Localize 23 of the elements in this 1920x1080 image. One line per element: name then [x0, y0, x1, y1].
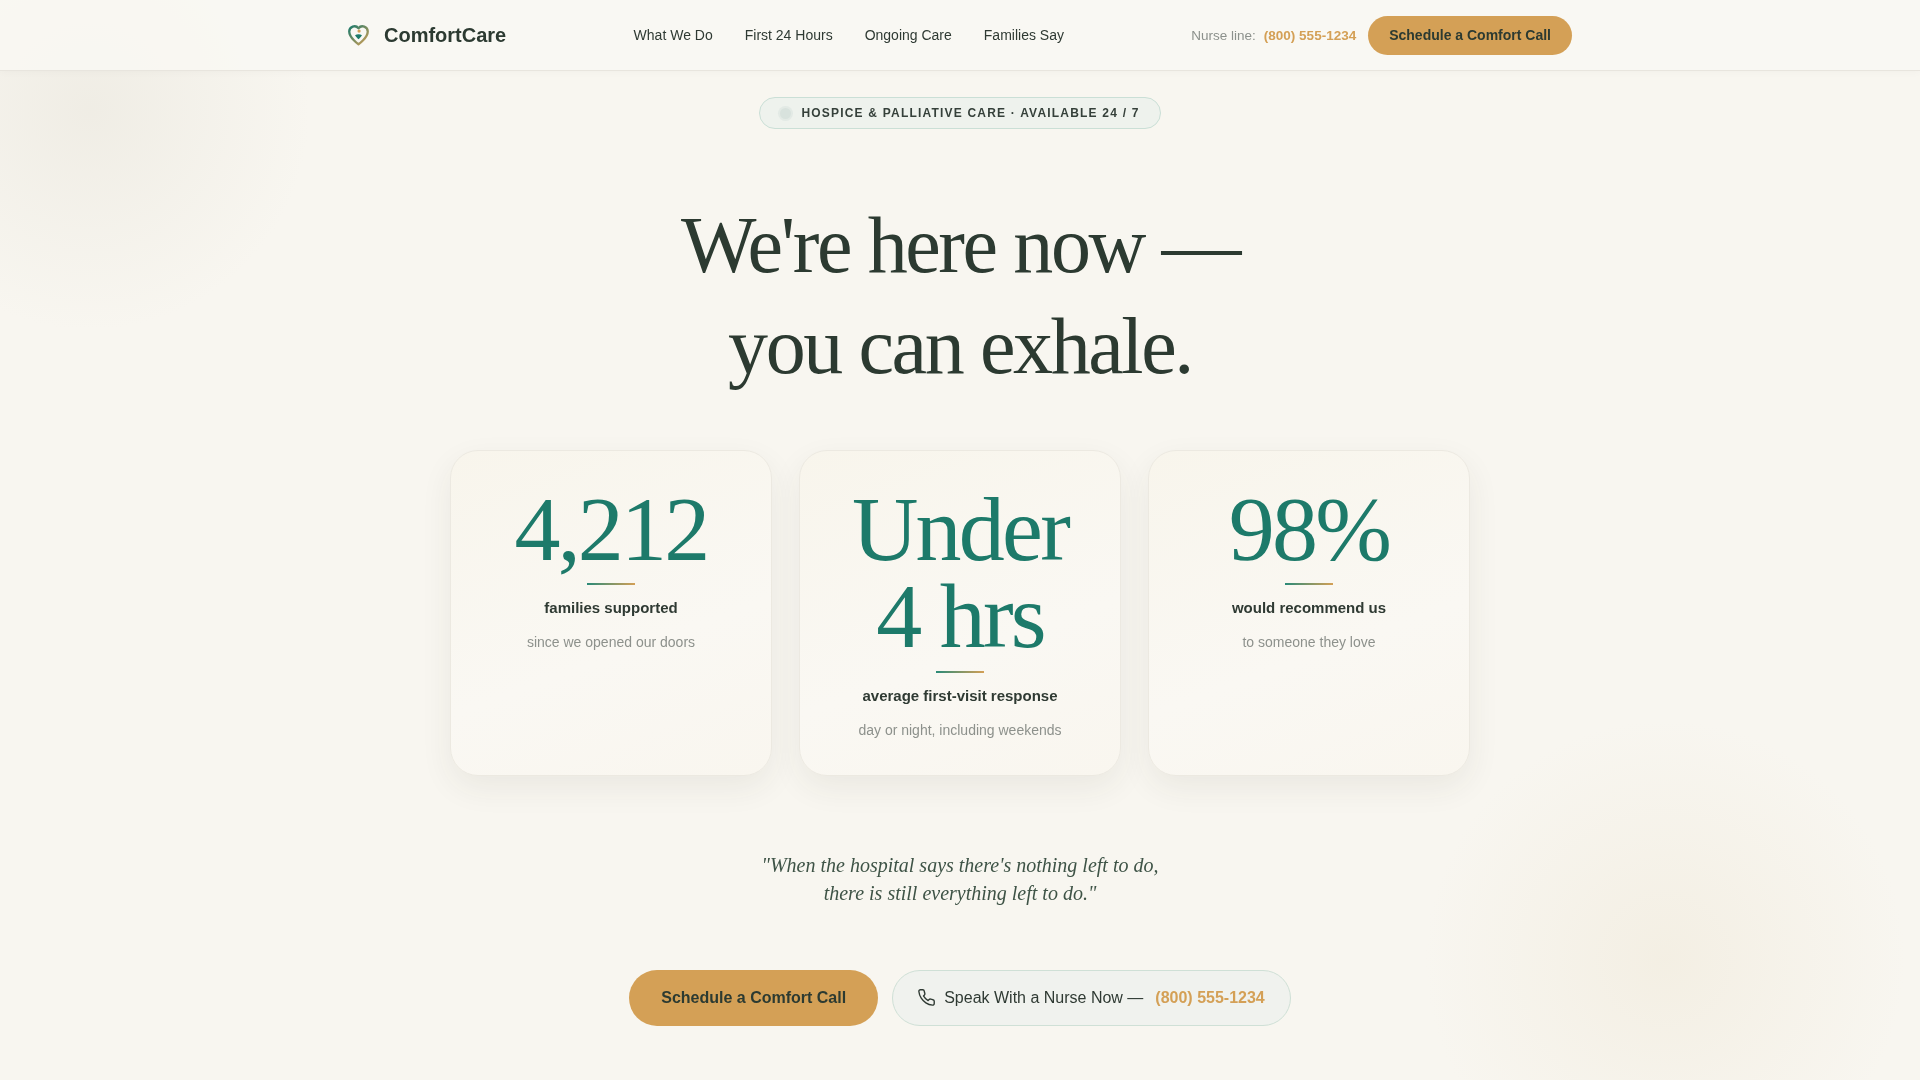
stat-note: to someone they love: [1241, 633, 1377, 652]
nav-link[interactable]: First 24 Hours: [744, 27, 833, 43]
schedule-call-button[interactable]: Schedule a Comfort Call: [1368, 15, 1572, 55]
nav-link[interactable]: Ongoing Care: [864, 27, 952, 43]
stat-caption: average first-visit response: [861, 685, 1059, 706]
nav-link[interactable]: Families Say: [983, 27, 1064, 43]
phone-icon: [918, 989, 936, 1007]
stat-note: since we opened our doors: [525, 633, 697, 652]
stat-figure: Under 4 hrs: [850, 486, 1070, 661]
schedule-call-button[interactable]: Schedule a Comfort Call: [629, 969, 879, 1026]
brand-name: ComfortCare: [384, 23, 507, 47]
badge-text: HOSPICE & PALLIATIVE CARE · AVAILABLE 24 / 7: [801, 106, 1140, 120]
heart-logo-icon: [348, 24, 369, 46]
stat-figure: 98%: [1227, 486, 1391, 574]
stat-caption: families supported: [543, 598, 679, 619]
hero-headline: We're here now — you can exhale.: [679, 200, 1242, 392]
stat-figure: 4,212: [513, 486, 709, 574]
nurse-line-label: Nurse line:: [1191, 27, 1256, 43]
stat-caption: would recommend us: [1230, 598, 1388, 619]
hero-quote: "When the hospital says there's nothing left to do, there is still everything left to do.": [760, 852, 1160, 907]
nav-link[interactable]: What We Do: [633, 27, 713, 43]
stat-note: day or night, including weekends: [857, 720, 1063, 739]
nurse-call-button[interactable]: Speak With a Nurse Now — (800) 555-1234: [892, 969, 1291, 1026]
